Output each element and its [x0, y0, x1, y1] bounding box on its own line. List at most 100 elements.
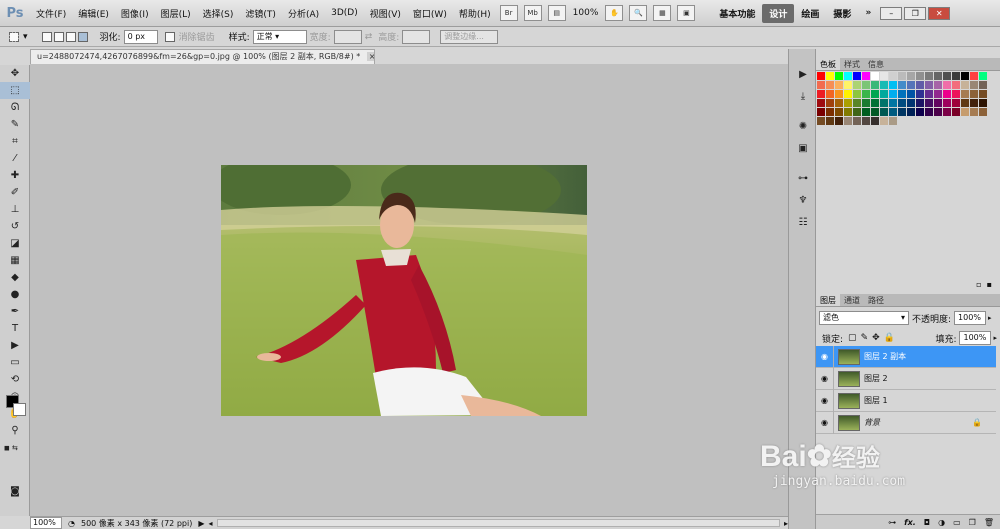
- color-swatch[interactable]: [925, 108, 933, 116]
- workspace-design[interactable]: 设计: [762, 3, 795, 23]
- eraser-tool-icon[interactable]: ◪: [0, 235, 30, 252]
- color-swatch[interactable]: [844, 72, 852, 80]
- actions-panel-icon[interactable]: ▶: [789, 63, 817, 85]
- color-swatch[interactable]: [898, 72, 906, 80]
- color-swatch[interactable]: [961, 72, 969, 80]
- color-swatch[interactable]: [943, 72, 951, 80]
- visibility-eye-icon[interactable]: ◉: [816, 411, 834, 434]
- color-swatch[interactable]: [835, 99, 843, 107]
- color-swatch[interactable]: [835, 90, 843, 98]
- menu-filter[interactable]: 滤镜(T): [239, 7, 282, 20]
- lock-position-icon[interactable]: ✥: [872, 333, 880, 343]
- color-swatch[interactable]: [826, 81, 834, 89]
- zoom-level[interactable]: 100%: [573, 8, 599, 18]
- color-swatch[interactable]: [880, 99, 888, 107]
- color-swatch[interactable]: [925, 72, 933, 80]
- menu-image[interactable]: 图像(I): [115, 7, 155, 20]
- color-swatch[interactable]: [952, 72, 960, 80]
- more-workspaces[interactable]: »: [858, 8, 878, 18]
- color-swatch[interactable]: [871, 72, 879, 80]
- color-swatch[interactable]: [961, 99, 969, 107]
- color-swatch[interactable]: [862, 72, 870, 80]
- delete-swatch-icon[interactable]: ▪: [987, 280, 992, 289]
- quick-mask-icon[interactable]: ◙: [0, 483, 30, 500]
- color-swatch[interactable]: [862, 108, 870, 116]
- color-swatch[interactable]: [907, 99, 915, 107]
- color-swatch[interactable]: [853, 117, 861, 125]
- color-swatch[interactable]: [871, 108, 879, 116]
- adjustments-panel-icon[interactable]: ✺: [789, 115, 817, 137]
- color-swatch[interactable]: [862, 90, 870, 98]
- zoom-tool-button[interactable]: 🔍: [629, 5, 648, 21]
- link-layers-icon[interactable]: ⊶: [888, 518, 896, 527]
- color-swatch[interactable]: [898, 108, 906, 116]
- pen-tool-icon[interactable]: ✒: [0, 303, 30, 320]
- color-swatch[interactable]: [943, 108, 951, 116]
- new-layer-icon[interactable]: ❐: [969, 518, 976, 527]
- fill-slider-icon[interactable]: ▸: [993, 334, 997, 342]
- color-swatch[interactable]: [925, 81, 933, 89]
- masks-panel-icon[interactable]: ▣: [789, 137, 817, 159]
- color-swatch[interactable]: [826, 108, 834, 116]
- move-tool-icon[interactable]: ✥: [0, 65, 30, 82]
- tab-swatches[interactable]: 色板: [816, 58, 840, 70]
- color-swatch[interactable]: [889, 99, 897, 107]
- color-swatch[interactable]: [952, 108, 960, 116]
- color-swatch[interactable]: [979, 99, 987, 107]
- color-swatch[interactable]: [880, 108, 888, 116]
- screen-mode-button[interactable]: ▣: [677, 5, 696, 21]
- color-swatch[interactable]: [970, 99, 978, 107]
- color-swatch[interactable]: [844, 99, 852, 107]
- color-swatch[interactable]: [889, 72, 897, 80]
- color-swatch[interactable]: [862, 99, 870, 107]
- horizontal-scroll-left-icon[interactable]: ◂: [208, 519, 212, 528]
- color-swatch[interactable]: [817, 72, 825, 80]
- history-brush-tool-icon[interactable]: ↺: [0, 218, 30, 235]
- color-swatch[interactable]: [979, 108, 987, 116]
- color-swatch[interactable]: [862, 117, 870, 125]
- document-image[interactable]: [221, 165, 587, 416]
- mini-bridge-button[interactable]: Mb: [523, 5, 542, 21]
- color-swatch[interactable]: [844, 90, 852, 98]
- color-swatch[interactable]: [916, 99, 924, 107]
- opacity-input[interactable]: 100%: [954, 311, 987, 325]
- color-swatch[interactable]: [871, 99, 879, 107]
- workspace-painting[interactable]: 绘画: [794, 7, 826, 20]
- layer-row[interactable]: ◉ 背景 🔒: [816, 411, 996, 434]
- color-swatch[interactable]: [844, 117, 852, 125]
- minimize-button[interactable]: –: [880, 6, 903, 20]
- tab-info[interactable]: 信息: [864, 58, 888, 70]
- path-select-tool-icon[interactable]: ▶: [0, 337, 30, 354]
- layer-row[interactable]: ◉ 图层 2 副本: [816, 345, 996, 368]
- color-swatch[interactable]: [979, 90, 987, 98]
- color-swatch[interactable]: [853, 99, 861, 107]
- clone-source-panel-icon[interactable]: ♆: [789, 189, 817, 211]
- brush-tool-icon[interactable]: ✐: [0, 184, 30, 201]
- view-extras-button[interactable]: ▤: [547, 5, 566, 21]
- color-swatch[interactable]: [889, 81, 897, 89]
- healing-brush-tool-icon[interactable]: ✚: [0, 167, 30, 184]
- tab-layers[interactable]: 图层: [816, 294, 840, 306]
- restore-button[interactable]: ❐: [904, 6, 927, 20]
- tab-styles[interactable]: 样式: [840, 58, 864, 70]
- tab-channels[interactable]: 通道: [840, 294, 864, 306]
- color-swatch[interactable]: [979, 72, 987, 80]
- color-swatch[interactable]: [835, 72, 843, 80]
- color-swatch[interactable]: [907, 81, 915, 89]
- clone-stamp-tool-icon[interactable]: ⊥: [0, 201, 30, 218]
- color-swatch[interactable]: [889, 90, 897, 98]
- lock-transparent-icon[interactable]: ▢: [848, 333, 857, 343]
- menu-view[interactable]: 视图(V): [364, 7, 407, 20]
- color-swatch[interactable]: [880, 90, 888, 98]
- visibility-eye-icon[interactable]: ◉: [816, 367, 834, 390]
- color-swatch[interactable]: [970, 90, 978, 98]
- document-tab[interactable]: u=2488072474,4267076899&fm=26&gp=0.jpg @…: [30, 49, 375, 64]
- blend-mode-select[interactable]: 滤色 ▾: [819, 311, 909, 325]
- dodge-tool-icon[interactable]: ●: [0, 286, 30, 303]
- height-input[interactable]: [402, 29, 431, 44]
- color-swatch[interactable]: [970, 108, 978, 116]
- color-swatch[interactable]: [961, 90, 969, 98]
- lock-all-icon[interactable]: 🔒: [884, 333, 895, 343]
- fx-icon[interactable]: fx.: [904, 518, 916, 527]
- color-swatch[interactable]: [844, 108, 852, 116]
